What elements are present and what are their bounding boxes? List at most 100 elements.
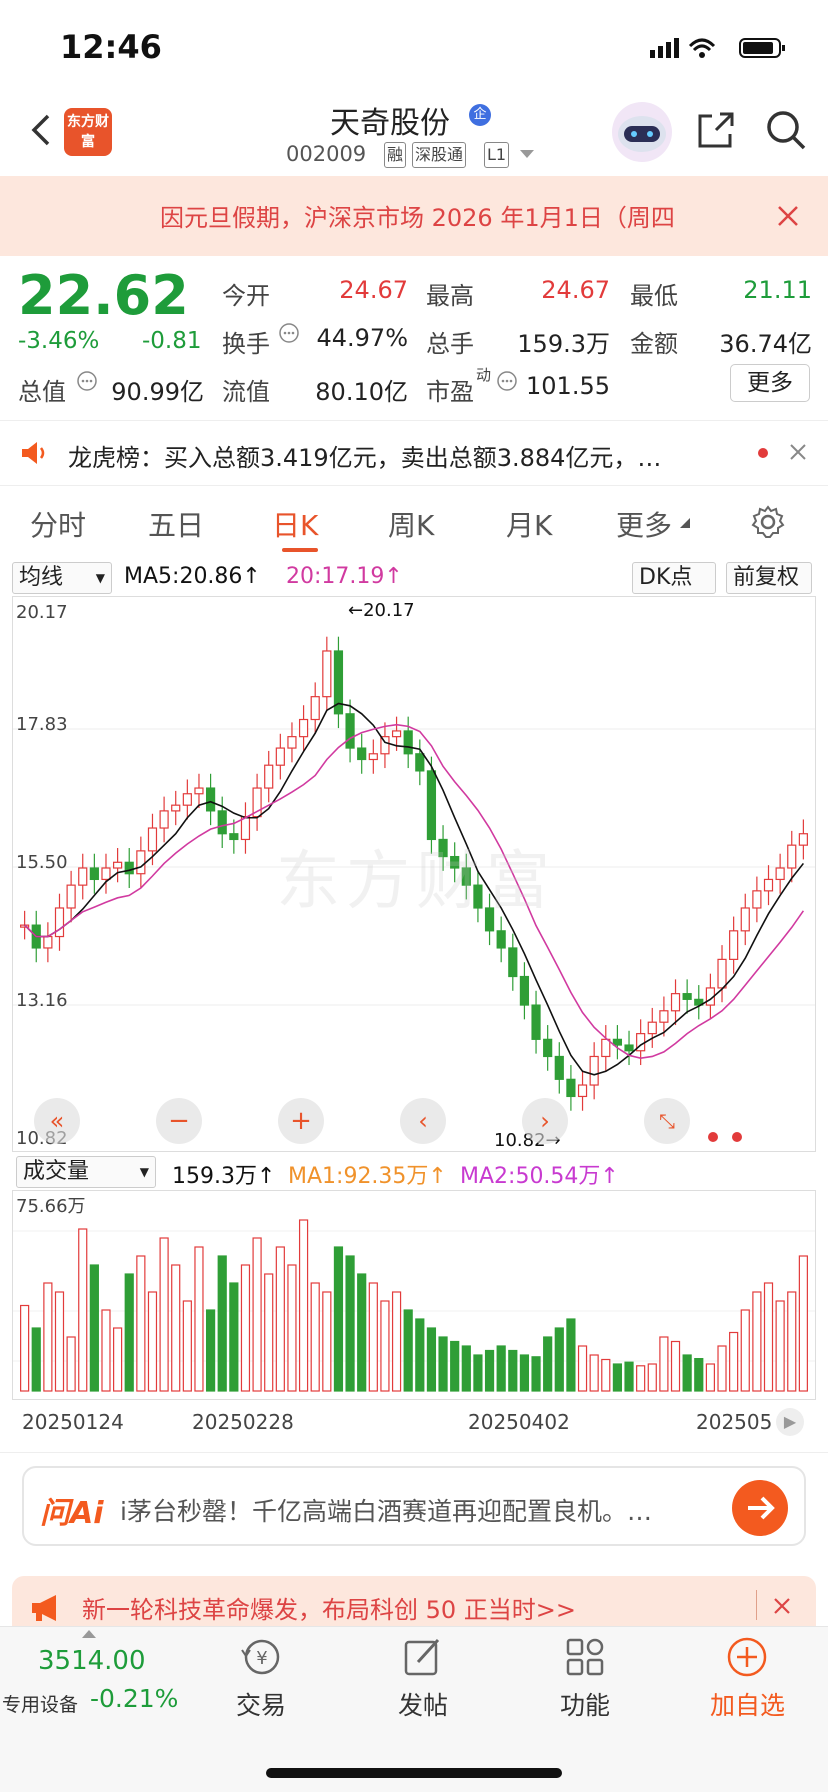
- share-icon[interactable]: [694, 108, 738, 152]
- scroll-right-icon[interactable]: ▶: [776, 1408, 804, 1436]
- y-label-4: 13.16: [16, 990, 68, 1011]
- tab-five-day[interactable]: 五日: [148, 504, 204, 544]
- volume-bar: [484, 1349, 495, 1392]
- candle-body: [345, 713, 355, 749]
- tab-daily-k[interactable]: 日K: [272, 504, 318, 544]
- candle-body: [78, 867, 88, 886]
- low-label: 最低: [630, 282, 678, 310]
- float-cap-label: 流值: [222, 378, 270, 406]
- nav-post[interactable]: 发帖: [398, 1686, 448, 1722]
- volume-bar: [345, 1255, 355, 1392]
- candle-body: [577, 1084, 588, 1098]
- volume-bar: [287, 1264, 297, 1392]
- volume-chart-area[interactable]: [12, 1190, 816, 1400]
- info-icon[interactable]: [76, 370, 98, 392]
- candle-body: [508, 947, 518, 978]
- volume-bar: [775, 1300, 785, 1392]
- candle-body: [403, 730, 413, 755]
- robot-assistant-icon[interactable]: [610, 100, 674, 164]
- volume-bar: [380, 1300, 390, 1392]
- candle-body: [740, 907, 750, 932]
- volume-bar: [717, 1345, 727, 1392]
- nav-add-watchlist[interactable]: 加自选: [710, 1686, 785, 1722]
- candle-body: [101, 867, 111, 881]
- add-watchlist-icon[interactable]: [726, 1636, 768, 1678]
- volume-bar: [20, 1304, 30, 1392]
- nav-function[interactable]: 功能: [560, 1686, 610, 1722]
- tab-more[interactable]: 更多: [616, 504, 672, 544]
- arrow-right-icon: [748, 1496, 775, 1520]
- volume-max-label: 75.66万: [16, 1196, 86, 1217]
- candle-body: [357, 747, 367, 761]
- candle-body: [798, 833, 808, 846]
- indicator-select[interactable]: 均线 ▼: [12, 562, 112, 594]
- change-amount: -0.81: [142, 328, 202, 354]
- volume-bar: [310, 1282, 320, 1392]
- volume-bar: [31, 1327, 41, 1392]
- close-icon[interactable]: [772, 1596, 792, 1616]
- high-label: 最高: [426, 282, 474, 310]
- tab-intraday[interactable]: 分时: [30, 504, 86, 544]
- ai-go-button[interactable]: [732, 1480, 788, 1536]
- adjust-button[interactable]: 前复权: [726, 562, 812, 594]
- zoom-out-button[interactable]: −: [156, 1098, 202, 1144]
- scroll-right-button[interactable]: ›: [522, 1098, 568, 1144]
- volume-bar: [554, 1327, 564, 1392]
- volume-bar: [159, 1237, 169, 1392]
- trade-icon[interactable]: ¥: [238, 1636, 284, 1678]
- index-value[interactable]: 3514.00: [38, 1646, 146, 1676]
- zoom-in-button[interactable]: +: [278, 1098, 324, 1144]
- search-icon[interactable]: [764, 108, 808, 152]
- scroll-left-fast-button[interactable]: «: [34, 1098, 80, 1144]
- volume-bar: [763, 1282, 774, 1392]
- tab-monthly-k[interactable]: 月K: [506, 504, 552, 544]
- y-label-3: 15.50: [16, 852, 68, 873]
- candle-body: [205, 787, 216, 812]
- nav-trade[interactable]: 交易: [236, 1686, 286, 1722]
- close-icon[interactable]: [776, 204, 800, 228]
- volume-value: 159.3万: [517, 330, 610, 358]
- candle-body: [54, 907, 65, 938]
- volume-bar: [566, 1318, 576, 1392]
- dk-point-button[interactable]: DK点: [632, 562, 716, 594]
- volume-bar: [54, 1291, 65, 1392]
- index-percent: -0.21%: [90, 1684, 179, 1713]
- candle-body: [763, 878, 774, 892]
- info-icon[interactable]: [278, 322, 300, 344]
- volume-bar: [182, 1300, 192, 1392]
- volume-bar: [89, 1264, 99, 1392]
- volume-bar: [368, 1282, 378, 1392]
- volume-bar: [43, 1282, 53, 1392]
- close-icon[interactable]: [788, 442, 808, 462]
- post-edit-icon[interactable]: [402, 1636, 444, 1678]
- volume-bar: [438, 1336, 448, 1392]
- turnover-value: 44.97%: [316, 324, 408, 352]
- candle-body: [659, 1010, 669, 1023]
- candle-body: [368, 753, 378, 761]
- high-value: 24.67: [541, 276, 610, 304]
- volume-bar: [136, 1255, 146, 1392]
- volume-svg[interactable]: [13, 1191, 815, 1399]
- volume-bar: [450, 1340, 460, 1392]
- fullscreen-button[interactable]: ⤡: [644, 1098, 690, 1144]
- scroll-left-button[interactable]: ‹: [400, 1098, 446, 1144]
- function-grid-icon[interactable]: [564, 1636, 606, 1678]
- back-arrow-icon[interactable]: [24, 110, 64, 150]
- tab-weekly-k[interactable]: 周K: [388, 504, 434, 544]
- turnover-label: 换手: [222, 330, 270, 358]
- volume-bar: [124, 1273, 134, 1392]
- volume-bar: [636, 1365, 646, 1392]
- volume-ma2-label: MA2:50.54万↑: [460, 1164, 619, 1189]
- megaphone-icon: [32, 1595, 56, 1621]
- amount-label: 金额: [630, 330, 678, 358]
- volume-indicator-select[interactable]: 成交量 ▼: [16, 1156, 156, 1188]
- more-quote-button[interactable]: 更多: [730, 364, 810, 402]
- candle-body: [717, 958, 727, 989]
- volume-bar: [543, 1336, 553, 1392]
- settings-gear-icon[interactable]: [750, 504, 786, 540]
- dropdown-caret-icon[interactable]: [520, 150, 534, 160]
- info-icon[interactable]: [496, 370, 518, 392]
- watermark: 东方财富: [276, 845, 556, 919]
- candle-body: [287, 736, 297, 749]
- ai-logo: 问Ai: [40, 1496, 104, 1531]
